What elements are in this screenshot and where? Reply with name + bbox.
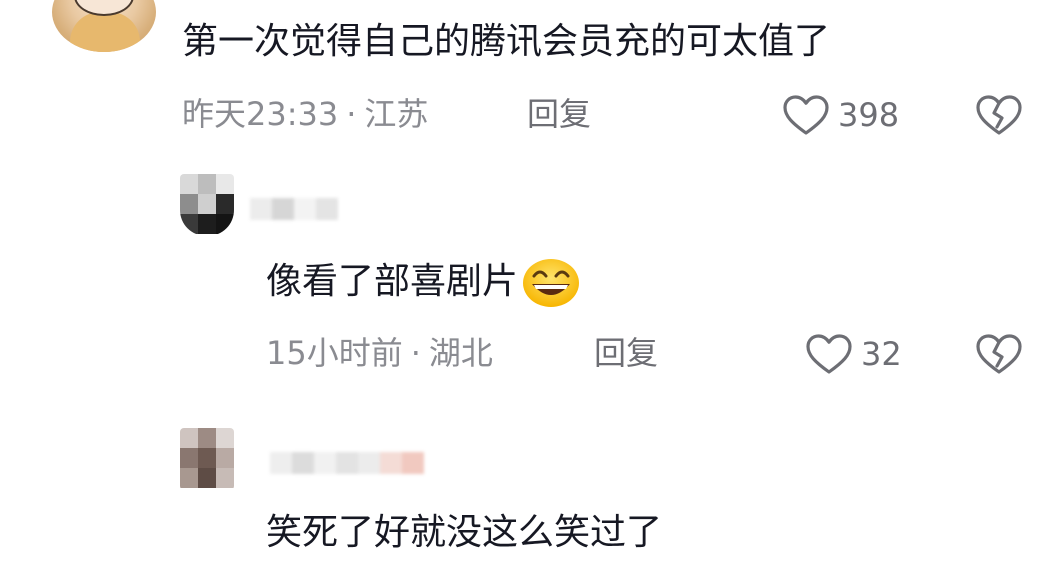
meta-separator: · (346, 95, 357, 133)
dislike-button[interactable] (975, 333, 1023, 375)
like-count: 398 (838, 96, 900, 134)
avatar[interactable] (180, 174, 234, 236)
comment-text-body: 像看了部喜剧片 (266, 261, 519, 302)
comment-meta: 15小时前 · 湖北 (266, 333, 493, 373)
reply-button[interactable]: 回复 (527, 94, 591, 134)
grinning-squinting-face-emoji (522, 258, 580, 308)
like-button[interactable]: 32 (805, 333, 902, 375)
comment-meta: 昨天23:33 · 江苏 (182, 94, 428, 134)
comment-time: 15小时前 (266, 334, 403, 372)
comment-location: 湖北 (428, 334, 493, 372)
broken-heart-icon (976, 334, 1022, 374)
comment-text: 笑死了好就没这么笑过了 (266, 512, 663, 553)
avatar-robe (70, 12, 140, 52)
comment-2: 像看了部喜剧片 15小时前 · 湖北 回复 32 (0, 160, 1048, 400)
heart-outline-icon (783, 95, 829, 135)
comment-text: 像看了部喜剧片 (266, 258, 580, 308)
comment-time: 昨天23:33 (182, 95, 339, 133)
like-button[interactable]: 398 (782, 94, 899, 136)
comment-location: 江苏 (364, 95, 429, 133)
like-count: 32 (861, 335, 902, 373)
comment-3: 笑死了好就没这么笑过了 (0, 400, 1048, 579)
heart-outline-icon (806, 334, 852, 374)
username-blurred (270, 452, 424, 474)
comment-1: 第一次觉得自己的腾讯会员充的可太值了 昨天23:33 · 江苏 回复 398 (0, 0, 1048, 160)
reply-button[interactable]: 回复 (594, 333, 658, 373)
avatar-face (74, 0, 134, 16)
username-blurred (250, 198, 338, 220)
avatar[interactable] (180, 428, 234, 490)
broken-heart-icon (976, 95, 1022, 135)
dislike-button[interactable] (975, 94, 1023, 136)
meta-separator: · (410, 334, 421, 372)
avatar[interactable] (52, 0, 156, 52)
comment-text: 第一次觉得自己的腾讯会员充的可太值了 (182, 21, 831, 62)
